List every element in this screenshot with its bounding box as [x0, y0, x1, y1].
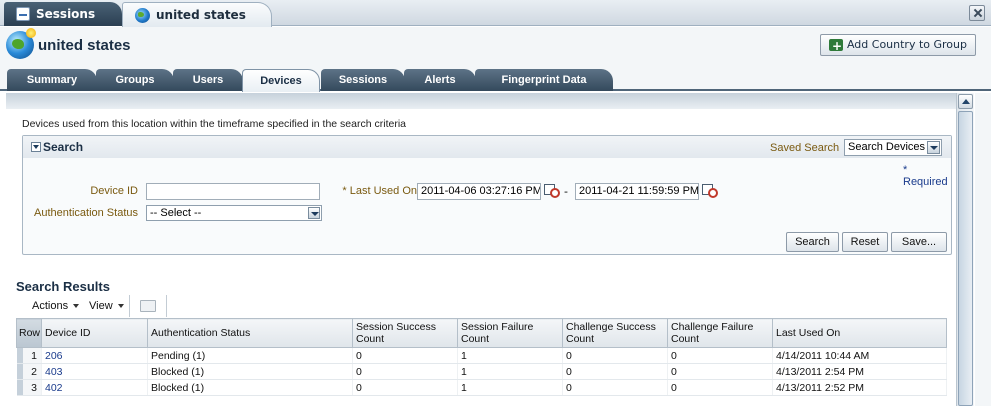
chevron-down-icon[interactable]: [308, 207, 320, 219]
sessions-document-icon: [16, 7, 30, 21]
required-note: * Required: [903, 164, 948, 188]
search-title: Search: [43, 140, 84, 154]
saved-search-value: Search Devices: [848, 141, 926, 153]
reset-button[interactable]: Reset: [842, 232, 888, 252]
last-used-on-label: * Last Used On: [323, 185, 417, 197]
authentication-status-cell: Blocked (1): [147, 379, 353, 396]
last-used-from-input[interactable]: 2011-04-06 03:27:16 PM: [417, 183, 541, 200]
last-used-cell: 4/14/2011 10:44 AM: [772, 347, 947, 364]
date-range-separator: -: [564, 185, 568, 198]
tab-sessions[interactable]: Sessions: [321, 69, 405, 91]
search-results-title: Search Results: [16, 279, 110, 294]
row-number: 1: [16, 347, 42, 364]
challenge-failure-cell: 0: [667, 363, 773, 380]
column-header-challenge-success-count[interactable]: Challenge Success Count: [562, 318, 668, 348]
column-header-device-id[interactable]: Device ID: [41, 318, 148, 348]
column-header-session-failure-count[interactable]: Session Failure Count: [457, 318, 563, 348]
table-row[interactable]: 2 403 Blocked (1) 0 1 0 0 4/13/2011 2:54…: [16, 363, 947, 380]
devices-description: Devices used from this location within t…: [22, 118, 406, 130]
session-success-cell: 0: [352, 363, 458, 380]
document-tab-bar: Sessions united states: [0, 0, 991, 27]
add-to-group-icon: [828, 36, 843, 56]
tab-groups[interactable]: Groups: [96, 69, 174, 91]
row-number: 2: [16, 363, 42, 380]
page-header: united states Add Country to Group: [0, 27, 991, 67]
tab-devices[interactable]: Devices: [242, 69, 320, 92]
detail-tab-bar: Summary Groups Users Devices Sessions Al…: [0, 67, 991, 92]
session-failure-cell: 1: [457, 347, 563, 364]
saved-search-label: Saved Search: [770, 142, 840, 154]
tab-alerts[interactable]: Alerts: [404, 69, 476, 91]
column-header-challenge-failure-count[interactable]: Challenge Failure Count: [667, 318, 773, 348]
tab-fingerprint-data[interactable]: Fingerprint Data: [475, 69, 613, 91]
doc-tab-sessions-label: Sessions: [36, 7, 96, 21]
scrollbar-thumb[interactable]: [958, 111, 973, 406]
session-failure-cell: 1: [457, 379, 563, 396]
toolbar-divider: [166, 295, 167, 317]
device-id-link[interactable]: 402: [41, 379, 148, 396]
saved-search-select[interactable]: Search Devices: [844, 139, 942, 156]
table-row[interactable]: 3 402 Blocked (1) 0 1 0 0 4/13/2011 2:52…: [16, 379, 947, 396]
authentication-status-select[interactable]: -- Select --: [146, 205, 322, 221]
add-country-to-group-button[interactable]: Add Country to Group: [819, 34, 976, 56]
device-id-label: Device ID: [90, 185, 138, 197]
last-used-on-label-text: * Last Used On: [342, 185, 417, 197]
location-globe-icon: [6, 28, 36, 59]
collapse-search-icon[interactable]: [31, 142, 41, 152]
tab-users[interactable]: Users: [173, 69, 243, 91]
device-id-input[interactable]: [146, 183, 320, 200]
doc-tab-united-states-label: united states: [156, 8, 246, 22]
column-header-session-success-count[interactable]: Session Success Count: [352, 318, 458, 348]
row-number: 3: [16, 379, 42, 396]
challenge-failure-cell: 0: [667, 347, 773, 364]
add-country-to-group-label: Add Country to Group: [846, 38, 967, 51]
search-panel: Search Saved Search Search Devices * Req…: [22, 135, 952, 255]
last-used-cell: 4/13/2011 2:54 PM: [772, 363, 947, 380]
vertical-scrollbar[interactable]: [956, 93, 974, 406]
actions-menu[interactable]: Actions: [32, 300, 79, 312]
right-gutter: [975, 93, 991, 406]
globe-icon: [135, 7, 150, 23]
challenge-success-cell: 0: [562, 347, 668, 364]
challenge-failure-cell: 0: [667, 379, 773, 396]
challenge-success-cell: 0: [562, 379, 668, 396]
authentication-status-value: -- Select --: [150, 207, 202, 219]
content-header-band: [6, 93, 956, 109]
table-header-row: Row Device ID Authentication Status Sess…: [16, 318, 947, 348]
column-header-last-used-on[interactable]: Last Used On: [772, 318, 947, 348]
view-menu[interactable]: View: [89, 300, 124, 312]
page-title: united states: [38, 37, 131, 54]
results-table: Row Device ID Authentication Status Sess…: [16, 318, 947, 396]
calendar-icon[interactable]: [702, 182, 718, 198]
tab-summary[interactable]: Summary: [7, 69, 97, 91]
session-failure-cell: 1: [457, 363, 563, 380]
save-search-button[interactable]: Save...: [891, 232, 947, 252]
last-used-cell: 4/13/2011 2:52 PM: [772, 379, 947, 396]
column-header-row[interactable]: Row: [16, 318, 42, 348]
results-toolbar: Actions View: [16, 295, 946, 317]
authentication-status-cell: Pending (1): [147, 347, 353, 364]
device-id-link[interactable]: 403: [41, 363, 148, 380]
last-used-to-input[interactable]: 2011-04-21 11:59:59 PM: [575, 183, 699, 200]
device-id-link[interactable]: 206: [41, 347, 148, 364]
search-button[interactable]: Search: [786, 232, 839, 252]
table-row[interactable]: 1 206 Pending (1) 0 1 0 0 4/14/2011 10:4…: [16, 347, 947, 364]
scroll-up-icon[interactable]: [958, 94, 973, 109]
toolbar-divider: [129, 295, 130, 317]
calendar-icon[interactable]: [544, 182, 560, 198]
session-success-cell: 0: [352, 347, 458, 364]
column-header-authentication-status[interactable]: Authentication Status: [147, 318, 353, 348]
doc-tab-united-states[interactable]: united states: [122, 2, 272, 27]
doc-tab-sessions[interactable]: Sessions: [4, 2, 122, 26]
close-tab-icon[interactable]: [969, 5, 985, 21]
authentication-status-cell: Blocked (1): [147, 363, 353, 380]
chevron-down-icon[interactable]: [927, 141, 940, 154]
folder-icon[interactable]: [140, 300, 156, 312]
session-success-cell: 0: [352, 379, 458, 396]
challenge-success-cell: 0: [562, 363, 668, 380]
authentication-status-label: Authentication Status: [34, 207, 138, 219]
